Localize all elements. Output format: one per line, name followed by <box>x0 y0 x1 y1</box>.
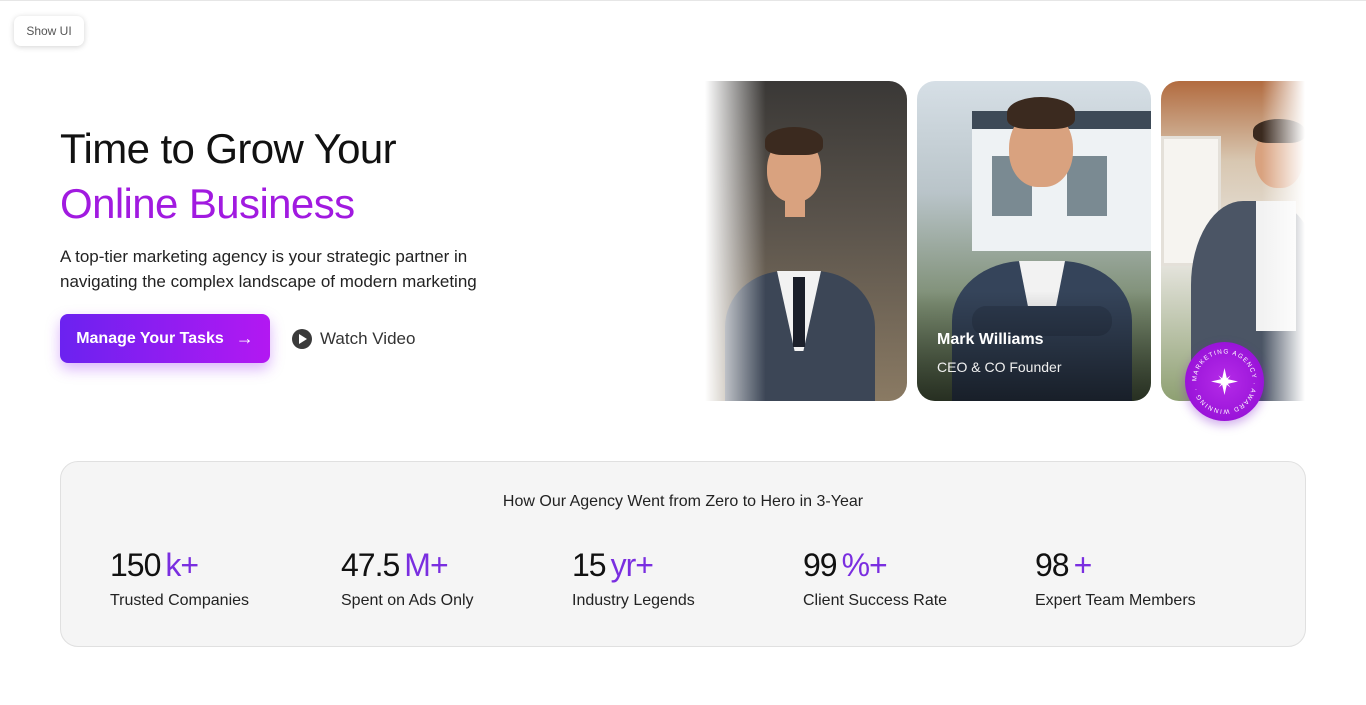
arrow-right-icon: → <box>235 328 254 348</box>
play-icon <box>292 328 312 349</box>
stat-number: 98 <box>1035 547 1070 583</box>
stat-number: 47.5 <box>341 547 400 583</box>
watch-video-button[interactable]: Watch Video <box>292 326 415 351</box>
stat-suffix: M+ <box>404 547 448 583</box>
badge-graphic: MARKETING AGENCY · AWARD WINNING · <box>1191 348 1256 414</box>
stat-value: 99 %+ <box>803 547 947 584</box>
stat-suffix: yr+ <box>610 547 654 583</box>
team-photo-card-1 <box>705 81 907 401</box>
stat-industry-legends: 15 yr+ Industry Legends <box>572 547 695 610</box>
stat-client-success: 99 %+ Client Success Rate <box>803 547 947 610</box>
stat-label: Industry Legends <box>572 592 695 609</box>
stat-value: 98 + <box>1035 547 1196 584</box>
stat-label: Client Success Rate <box>803 592 948 609</box>
manage-tasks-button[interactable]: Manage Your Tasks → <box>60 314 270 363</box>
manage-tasks-label: Manage Your Tasks <box>76 329 224 347</box>
stat-value: 15 yr+ <box>572 547 695 584</box>
stat-number: 15 <box>572 547 607 583</box>
hero-title-line1: Time to Grow Your <box>60 125 397 172</box>
hero-description: A top-tier marketing agency is your stra… <box>60 247 477 291</box>
stat-trusted-companies: 150 k+ Trusted Companies <box>110 547 249 610</box>
stat-team-members: 98 + Expert Team Members <box>1035 547 1196 610</box>
award-badge: MARKETING AGENCY · AWARD WINNING · <box>1185 342 1264 421</box>
hero-title-line2: Online Business <box>60 180 355 227</box>
stats-panel: How Our Agency Went from Zero to Hero in… <box>60 461 1306 647</box>
stat-value: 150 k+ <box>110 547 249 584</box>
stat-value: 47.5 M+ <box>341 547 474 584</box>
stat-suffix: %+ <box>841 547 888 583</box>
stat-label: Spent on Ads Only <box>341 592 474 609</box>
team-member-name: Mark Williams <box>937 331 1044 348</box>
stat-suffix: + <box>1073 547 1093 583</box>
stat-number: 150 <box>110 547 161 583</box>
stat-suffix: k+ <box>165 547 199 583</box>
featured-member-caption: Mark Williams CEO & CO Founder <box>937 331 1062 375</box>
stats-title: How Our Agency Went from Zero to Hero in… <box>502 493 864 510</box>
team-photo-card-featured: Mark Williams CEO & CO Founder <box>917 81 1151 401</box>
hero-title: Time to Grow Your Online Business <box>60 121 397 231</box>
show-ui-button[interactable]: Show UI <box>14 16 84 46</box>
team-member-role: CEO & CO Founder <box>937 359 1062 375</box>
stat-label: Expert Team Members <box>1035 592 1196 609</box>
stat-number: 99 <box>803 547 838 583</box>
watch-video-label: Watch Video <box>320 328 416 348</box>
stat-label: Trusted Companies <box>110 592 250 609</box>
stat-ad-spend: 47.5 M+ Spent on Ads Only <box>341 547 474 610</box>
